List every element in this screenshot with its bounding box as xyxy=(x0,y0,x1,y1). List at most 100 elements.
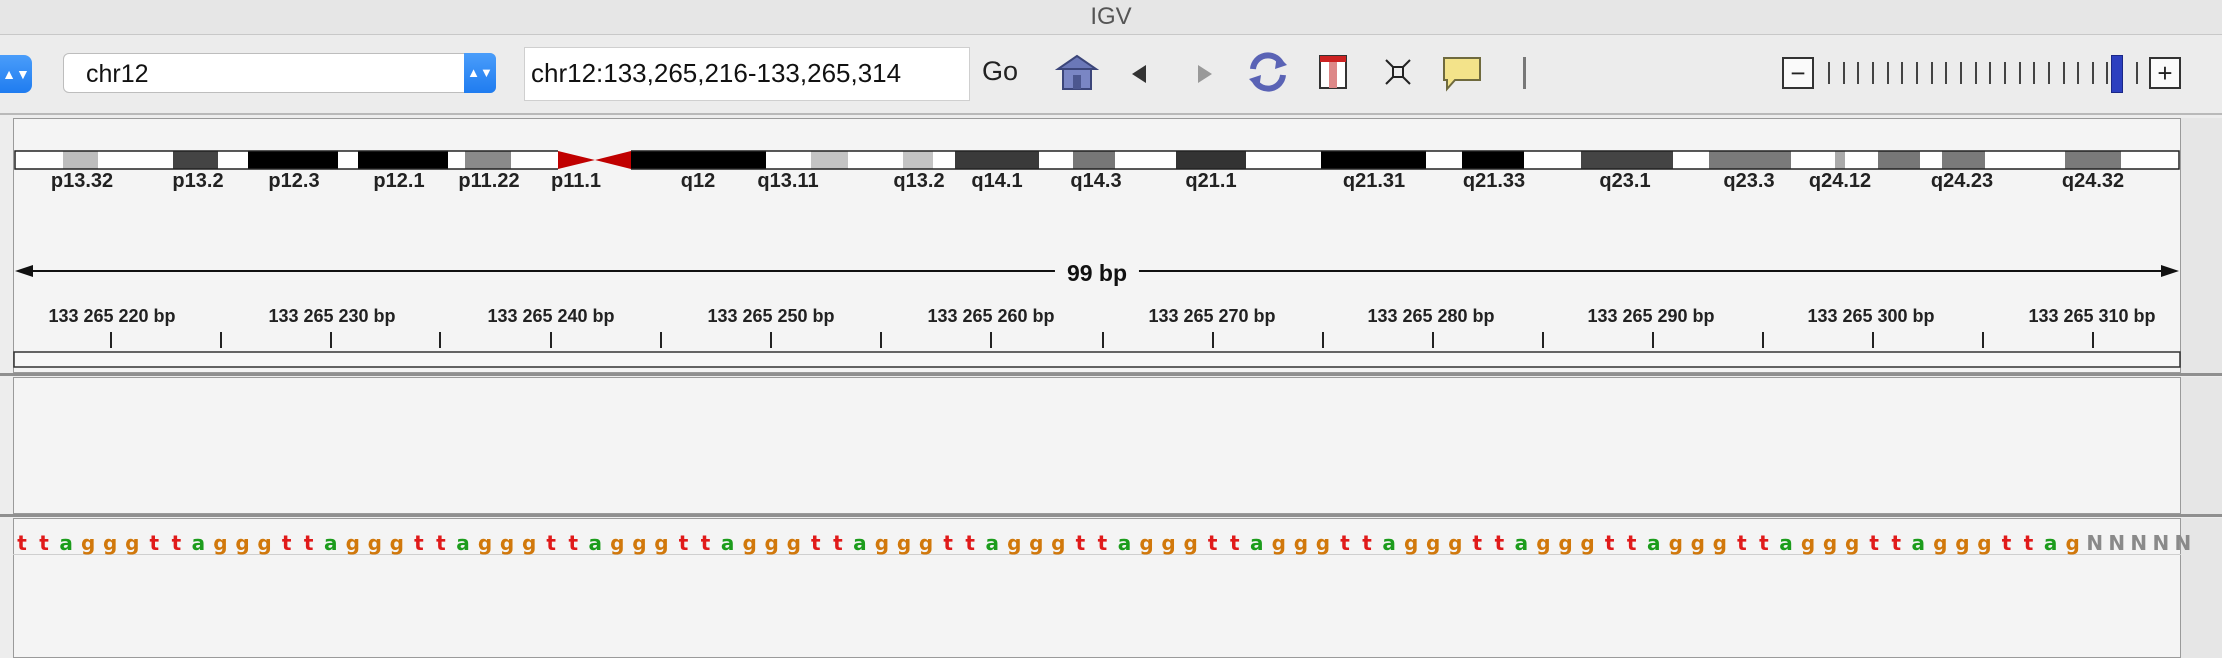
ideogram-band xyxy=(811,151,848,169)
zoom-slider-thumb[interactable] xyxy=(2111,55,2124,93)
sequence-base: g xyxy=(1029,531,1044,555)
zoom-tick xyxy=(1989,62,1992,84)
sequence-base: t xyxy=(1362,531,1372,555)
sequence-base: g xyxy=(764,531,779,555)
ideogram-band xyxy=(2065,151,2121,169)
ruler-right-arrow xyxy=(2161,265,2179,277)
sequence-base: a xyxy=(191,531,206,555)
sequence-base: g xyxy=(1844,531,1860,555)
data-panel-margin xyxy=(2181,377,2222,514)
sequence-base: g xyxy=(80,531,96,555)
popup-info-icon[interactable] xyxy=(1441,55,1483,93)
ideogram-band xyxy=(98,151,173,169)
sequence-base: t xyxy=(1869,531,1879,555)
zoom-tick xyxy=(1857,62,1860,84)
genome-dropdown-stepper[interactable]: ▲▼ xyxy=(0,55,32,93)
ideogram-band xyxy=(218,151,248,169)
sequence-base: a xyxy=(323,531,338,555)
sequence-base: a xyxy=(1646,531,1661,555)
sequence-base: t xyxy=(1075,531,1086,555)
home-icon[interactable] xyxy=(1055,53,1099,93)
zoom-tick xyxy=(2003,62,2006,84)
zoom-out-button[interactable]: − xyxy=(1782,57,1814,89)
sequence-base: g xyxy=(1051,531,1066,555)
panel-divider[interactable] xyxy=(0,373,2222,376)
panel-divider[interactable] xyxy=(0,514,2222,517)
sequence-base: a xyxy=(1779,531,1793,555)
chromosome-stepper[interactable]: ▲▼ xyxy=(464,53,496,93)
chromosome-dropdown[interactable]: chr12 ▲▼ xyxy=(63,53,496,93)
locus-search-input[interactable]: chr12:133,265,216-133,265,314 xyxy=(524,47,970,101)
ideogram-band xyxy=(2121,151,2179,169)
sequence-base: g xyxy=(610,531,625,555)
ruler-scale-label: 133 265 280 bp xyxy=(1367,306,1495,326)
zoom-in-button[interactable]: + xyxy=(2149,57,2181,89)
zoom-tick xyxy=(2106,62,2109,84)
zoom-tick xyxy=(2018,62,2021,84)
zoom-tick xyxy=(2047,62,2050,84)
refresh-icon[interactable] xyxy=(1245,49,1291,95)
zoom-tick xyxy=(1828,62,1830,84)
fit-to-window-icon[interactable] xyxy=(1383,57,1413,87)
ideogram-band xyxy=(1176,151,1246,169)
ideogram-band xyxy=(903,151,933,169)
sequence-base: a xyxy=(1382,531,1396,555)
zoom-slider[interactable] xyxy=(1828,57,2138,89)
sequence-base: g xyxy=(1977,531,1992,555)
centromere-q-arm xyxy=(595,151,631,169)
sequence-base: t xyxy=(1207,531,1218,555)
chromosome-ideogram[interactable] xyxy=(13,148,2181,172)
region-of-interest-icon[interactable] xyxy=(1317,53,1349,91)
sequence-base: t xyxy=(281,531,292,555)
sequence-base: g xyxy=(1955,531,1970,555)
ideogram-band xyxy=(848,151,903,169)
sequence-base: t xyxy=(1340,531,1350,555)
ideogram-band-label: p13.32 xyxy=(50,170,114,192)
sequence-base: g xyxy=(125,531,140,555)
ideogram-band xyxy=(1115,151,1176,169)
ideogram-band-label: p13.2 xyxy=(172,170,224,192)
ideogram-band xyxy=(1835,151,1845,169)
sequence-base: g xyxy=(1536,531,1551,555)
ideogram-band xyxy=(1673,151,1709,169)
ideogram-band xyxy=(173,151,218,169)
ideogram-band-label: q13.2 xyxy=(893,170,945,192)
sequence-base: g xyxy=(1293,531,1309,555)
centromere-p-arm xyxy=(558,151,595,169)
ideogram-band xyxy=(955,151,1039,169)
ideogram-band-label: p11.22 xyxy=(458,170,520,192)
ruler-scale-label: 133 265 240 bp xyxy=(487,306,615,326)
sequence-base: a xyxy=(456,531,470,555)
sequence-base: t xyxy=(436,531,446,555)
sequence-base: t xyxy=(1472,531,1483,555)
data-panel xyxy=(13,377,2181,514)
ideogram-band xyxy=(248,151,338,169)
sequence-base: g xyxy=(1800,531,1816,555)
sequence-base: t xyxy=(17,531,27,555)
go-button[interactable]: Go xyxy=(982,56,1018,87)
back-icon[interactable] xyxy=(1128,61,1152,87)
sequence-base: t xyxy=(39,531,49,555)
ideogram-band xyxy=(1920,151,1942,169)
sequence-base: N xyxy=(2152,531,2170,555)
ruler-scale-label: 133 265 260 bp xyxy=(927,306,1055,326)
sequence-base: a xyxy=(2043,531,2058,555)
sequence-base: t xyxy=(149,531,160,555)
sequence-base: t xyxy=(1737,531,1747,555)
sequence-base: g xyxy=(499,531,515,555)
ideogram-band xyxy=(1942,151,1985,169)
sequence-base: t xyxy=(171,531,182,555)
zoom-tick xyxy=(1974,62,1977,84)
sequence-base: t xyxy=(965,531,975,555)
sequence-base: t xyxy=(1097,531,1108,555)
ideogram-band-label: q23.1 xyxy=(1599,170,1651,192)
sequence-base: g xyxy=(389,531,404,555)
ideogram-band-label: p12.3 xyxy=(268,170,320,192)
ideogram-band xyxy=(338,151,358,169)
ideogram-band-label: q24.32 xyxy=(2061,170,2125,192)
sequence-base: N xyxy=(2174,531,2192,555)
ideogram-band xyxy=(1426,151,1462,169)
sequence-base: a xyxy=(1117,531,1132,555)
sequence-base: N xyxy=(2108,531,2126,555)
forward-icon[interactable] xyxy=(1192,61,1216,87)
